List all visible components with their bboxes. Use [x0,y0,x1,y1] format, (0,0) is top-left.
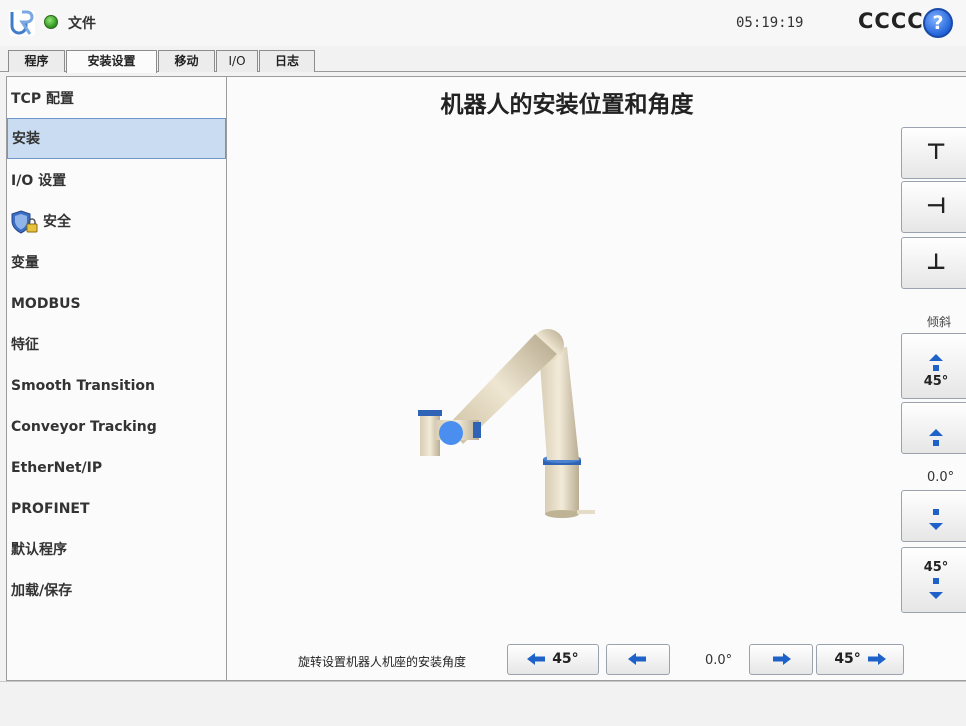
arrow-left-icon [628,653,646,665]
arrow-right-icon [867,653,886,665]
page-title: 机器人的安装位置和角度 [440,92,694,118]
rotate-left-45-label: 45° [552,651,579,667]
tilt-label: 倾斜 [927,315,952,329]
tilt-down-button[interactable] [901,490,966,542]
ur-logo [9,10,35,36]
arrow-down-icon [929,592,943,599]
tilt-up-button[interactable] [901,402,966,454]
tilt-up-45-button[interactable]: 45° [901,333,966,399]
sidebar-item-io-setup[interactable]: I/O 设置 [7,161,226,202]
tilt-up-45-label: 45° [923,374,949,389]
rotate-right-45-label: 45° [834,651,861,667]
mount-floor-icon: ⊥ [925,250,947,275]
arrow-up-icon [929,354,943,361]
mount-ceiling-icon: ⊤ [925,140,947,165]
mount-floor-button[interactable]: ⊥ [901,237,966,289]
clock: 05:19:19 [736,15,804,31]
arrow-right-icon [773,653,791,665]
arrow-up-icon [929,429,943,436]
sidebar-item-profinet[interactable]: PROFINET [7,489,226,530]
sidebar-item-safety[interactable]: 安全 [7,202,226,243]
help-icon[interactable]: ? [923,8,953,38]
tab-log[interactable]: 日志 [259,50,315,72]
arrow-down-icon [929,523,943,530]
robot-status-icon[interactable] [44,15,58,29]
installation-sidebar: TCP 配置 安装 I/O 设置 安全 变量 MODBUS 特征 Smooth … [6,76,227,681]
safety-shield-icon [11,210,38,234]
sidebar-item-ethernet-ip[interactable]: EtherNet/IP [7,448,226,489]
sidebar-item-safety-label: 安全 [43,214,71,230]
sidebar-item-mounting[interactable]: 安装 [7,118,226,159]
mount-wall-icon: ⊣ [925,194,947,219]
tilt-down-45-button[interactable]: 45° [901,547,966,613]
sidebar-item-features[interactable]: 特征 [7,325,226,366]
tab-program[interactable]: 程序 [8,50,65,72]
rotation-value: 0.0° [705,653,733,668]
sidebar-item-load-save[interactable]: 加载/保存 [7,571,226,612]
rotate-left-45-button[interactable]: 45° [507,644,599,675]
footer-bar [0,681,966,726]
top-bar: 文件 05:19:19 CCCC ? [0,0,966,46]
main-tabs: 程序 安装设置 移动 I/O 日志 [0,46,966,73]
sidebar-item-modbus[interactable]: MODBUS [7,284,226,325]
rotate-left-button[interactable] [606,644,670,675]
tab-io[interactable]: I/O [216,50,258,72]
arrow-left-icon [527,653,546,665]
rotation-label: 旋转设置机器人机座的安装角度 [298,655,467,669]
sidebar-item-tcp[interactable]: TCP 配置 [7,79,226,120]
sidebar-item-conveyor-tracking[interactable]: Conveyor Tracking [7,407,226,448]
tab-installation[interactable]: 安装设置 [66,50,157,73]
rotate-right-button[interactable] [749,644,813,675]
robot-3d-view[interactable] [407,322,627,532]
sidebar-item-default-program[interactable]: 默认程序 [7,530,226,571]
tab-move[interactable]: 移动 [158,50,215,72]
mount-wall-button[interactable]: ⊣ [901,181,966,233]
sidebar-item-smooth-transition[interactable]: Smooth Transition [7,366,226,407]
sidebar-item-variables[interactable]: 变量 [7,243,226,284]
robot-name: CCCC [858,9,924,33]
file-menu[interactable]: 文件 [68,13,96,33]
mount-ceiling-button[interactable]: ⊤ [901,127,966,179]
tilt-value: 0.0° [927,470,955,485]
tilt-down-45-label: 45° [923,560,949,575]
mounting-panel: 机器人的安装位置和角度 ⊤ ⊣ ⊥ 倾斜 45° 0.0° 45° 旋转设置机器… [227,76,966,681]
rotate-right-45-button[interactable]: 45° [816,644,904,675]
